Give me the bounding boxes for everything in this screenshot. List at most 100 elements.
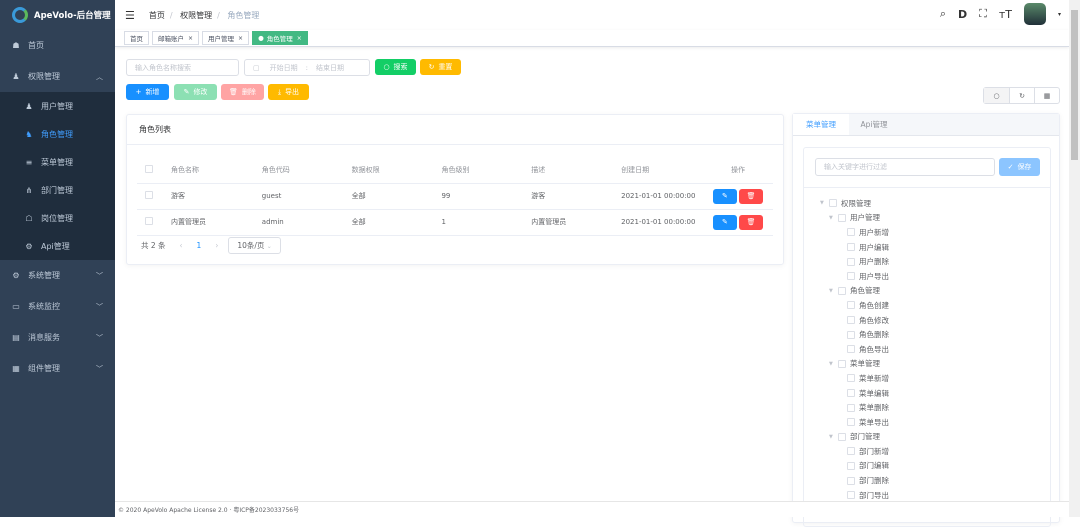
caret-down-icon[interactable]: ▾ [1058,11,1061,18]
tab-api[interactable]: Api管理 [849,114,899,135]
caret-down-icon[interactable]: ▼ [829,288,838,294]
columns-icon[interactable]: ▦ [1034,88,1059,103]
tree-checkbox[interactable] [847,330,855,339]
tree-node[interactable]: 菜单新增 [820,371,1050,386]
search-icon[interactable]: ⌕ [940,7,946,21]
tree-checkbox[interactable] [847,301,855,310]
edit-row-button[interactable]: ✎ [712,214,737,230]
breadcrumb-item[interactable]: 首页 [149,11,165,20]
hamburger-icon[interactable]: ☰ [125,9,135,22]
tree-checkbox[interactable] [838,359,846,368]
save-button[interactable]: ✓ 保存 [999,158,1040,176]
tree-checkbox[interactable] [847,389,855,398]
tree-checkbox[interactable] [847,272,855,281]
tag[interactable]: 首页 [124,31,149,45]
sidebar-subitem[interactable]: ≡ 菜单管理 [0,148,115,176]
fullscreen-icon[interactable]: ⛶ [979,7,987,21]
row-checkbox[interactable] [145,217,153,225]
tree-node[interactable]: 用户编辑 [820,240,1050,255]
tree-node[interactable]: 菜单导出 [820,415,1050,430]
tree-checkbox[interactable] [847,461,855,470]
reset-button[interactable]: ↻ 重置 [420,59,461,75]
tree-checkbox[interactable] [847,345,855,354]
sidebar-subitem[interactable]: ♟ 用户管理 [0,92,115,120]
sidebar-item[interactable]: ⚙ 系统管理 ﹀ [0,260,115,291]
edit-button[interactable]: ✎ 修改 [174,84,217,100]
edit-row-button[interactable]: ✎ [712,188,737,204]
export-button[interactable]: ⤓ 导出 [268,84,309,100]
tree-node[interactable]: 用户删除 [820,254,1050,269]
tree-node[interactable]: 部门删除 [820,473,1050,488]
caret-down-icon[interactable]: ▼ [829,434,838,440]
refresh-icon[interactable]: ↻ [1009,88,1034,103]
prev-page-icon[interactable]: ‹ [180,241,183,250]
sidebar-subitem[interactable]: ⚙ Api管理 [0,232,115,260]
tree-checkbox[interactable] [847,374,855,383]
date-range-picker[interactable]: ▢ 开始日期 : 结束日期 [244,59,370,76]
tag[interactable]: 邮箱账户 × [152,31,200,45]
tree-checkbox[interactable] [847,476,855,485]
tree-checkbox[interactable] [847,243,855,252]
add-button[interactable]: + 新增 [126,84,169,100]
tab-menu[interactable]: 菜单管理 [793,114,849,135]
tree-checkbox[interactable] [847,228,855,237]
sidebar-subitem[interactable]: ⋔ 部门管理 [0,176,115,204]
tree-checkbox[interactable] [838,213,846,222]
tree-checkbox[interactable] [838,286,846,295]
search-button[interactable]: ○ 搜索 [375,59,416,75]
select-all-checkbox[interactable] [145,164,153,173]
tree-checkbox[interactable] [847,257,855,266]
role-name-search-input[interactable]: 输入角色名称搜索 [126,59,239,76]
tag[interactable]: ● 角色管理 × [252,31,308,45]
sidebar-subitem[interactable]: ♞ 角色管理 [0,120,115,148]
tree-node[interactable]: 菜单编辑 [820,386,1050,401]
sidebar-item[interactable]: ☗ 首页 [0,30,115,61]
sidebar-subitem[interactable]: ☖ 岗位管理 [0,204,115,232]
page-scrollbar[interactable] [1069,0,1080,517]
avatar[interactable] [1023,3,1046,25]
tree-node[interactable]: ▼ 角色管理 [820,284,1050,299]
tree-checkbox[interactable] [847,316,855,325]
font-size-icon[interactable]: тT [999,8,1012,21]
search-toggle-icon[interactable]: ○ [984,88,1009,103]
tree-node[interactable]: 用户新增 [820,225,1050,240]
page-number[interactable]: 1 [197,241,202,250]
tree-node[interactable]: 角色创建 [820,298,1050,313]
caret-down-icon[interactable]: ▼ [820,200,829,206]
sidebar-item[interactable]: ▭ 系统监控 ﹀ [0,291,115,322]
tree-node[interactable]: ▼ 用户管理 [820,211,1050,226]
next-page-icon[interactable]: › [215,241,218,250]
tree-checkbox[interactable] [847,403,855,412]
caret-down-icon[interactable]: ▼ [829,361,838,367]
tree-checkbox[interactable] [847,418,855,427]
page-size-select[interactable]: 10条/页 ⌄ [228,237,281,254]
tree-node[interactable]: 菜单删除 [820,400,1050,415]
caret-down-icon[interactable]: ▼ [829,215,838,221]
logo[interactable]: ApeVolo-后台管理 [0,0,115,30]
tree-filter-input[interactable]: 输入关键字进行过滤 [815,158,995,176]
sidebar-item[interactable]: ♟ 权限管理 ︿ [0,61,115,92]
tree-node[interactable]: 角色删除 [820,327,1050,342]
tree-node[interactable]: ▼ 部门管理 [820,430,1050,445]
tree-node[interactable]: ▼ 权限管理 [820,196,1050,211]
tree-node[interactable]: ▼ 菜单管理 [820,357,1050,372]
close-icon[interactable]: × [238,35,243,42]
close-icon[interactable]: × [188,35,193,42]
row-checkbox[interactable] [145,191,153,199]
tree-node[interactable]: 部门编辑 [820,459,1050,474]
tree-checkbox[interactable] [847,447,855,456]
doc-icon[interactable]: D [958,8,967,21]
tree-node[interactable]: 角色导出 [820,342,1050,357]
tag[interactable]: 用户管理 × [202,31,250,45]
sidebar-item[interactable]: ▤ 消息服务 ﹀ [0,322,115,353]
tree-node[interactable]: 部门新增 [820,444,1050,459]
breadcrumb-item[interactable]: 权限管理 [180,11,212,20]
tree-node[interactable]: 用户导出 [820,269,1050,284]
delete-button[interactable]: 🗑 删除 [221,84,264,100]
delete-row-button[interactable]: 🗑 [739,188,764,204]
delete-row-button[interactable]: 🗑 [739,214,764,230]
tree-checkbox[interactable] [829,199,837,208]
tree-node[interactable]: 角色修改 [820,313,1050,328]
tree-checkbox[interactable] [847,491,855,500]
close-icon[interactable]: × [297,35,302,42]
